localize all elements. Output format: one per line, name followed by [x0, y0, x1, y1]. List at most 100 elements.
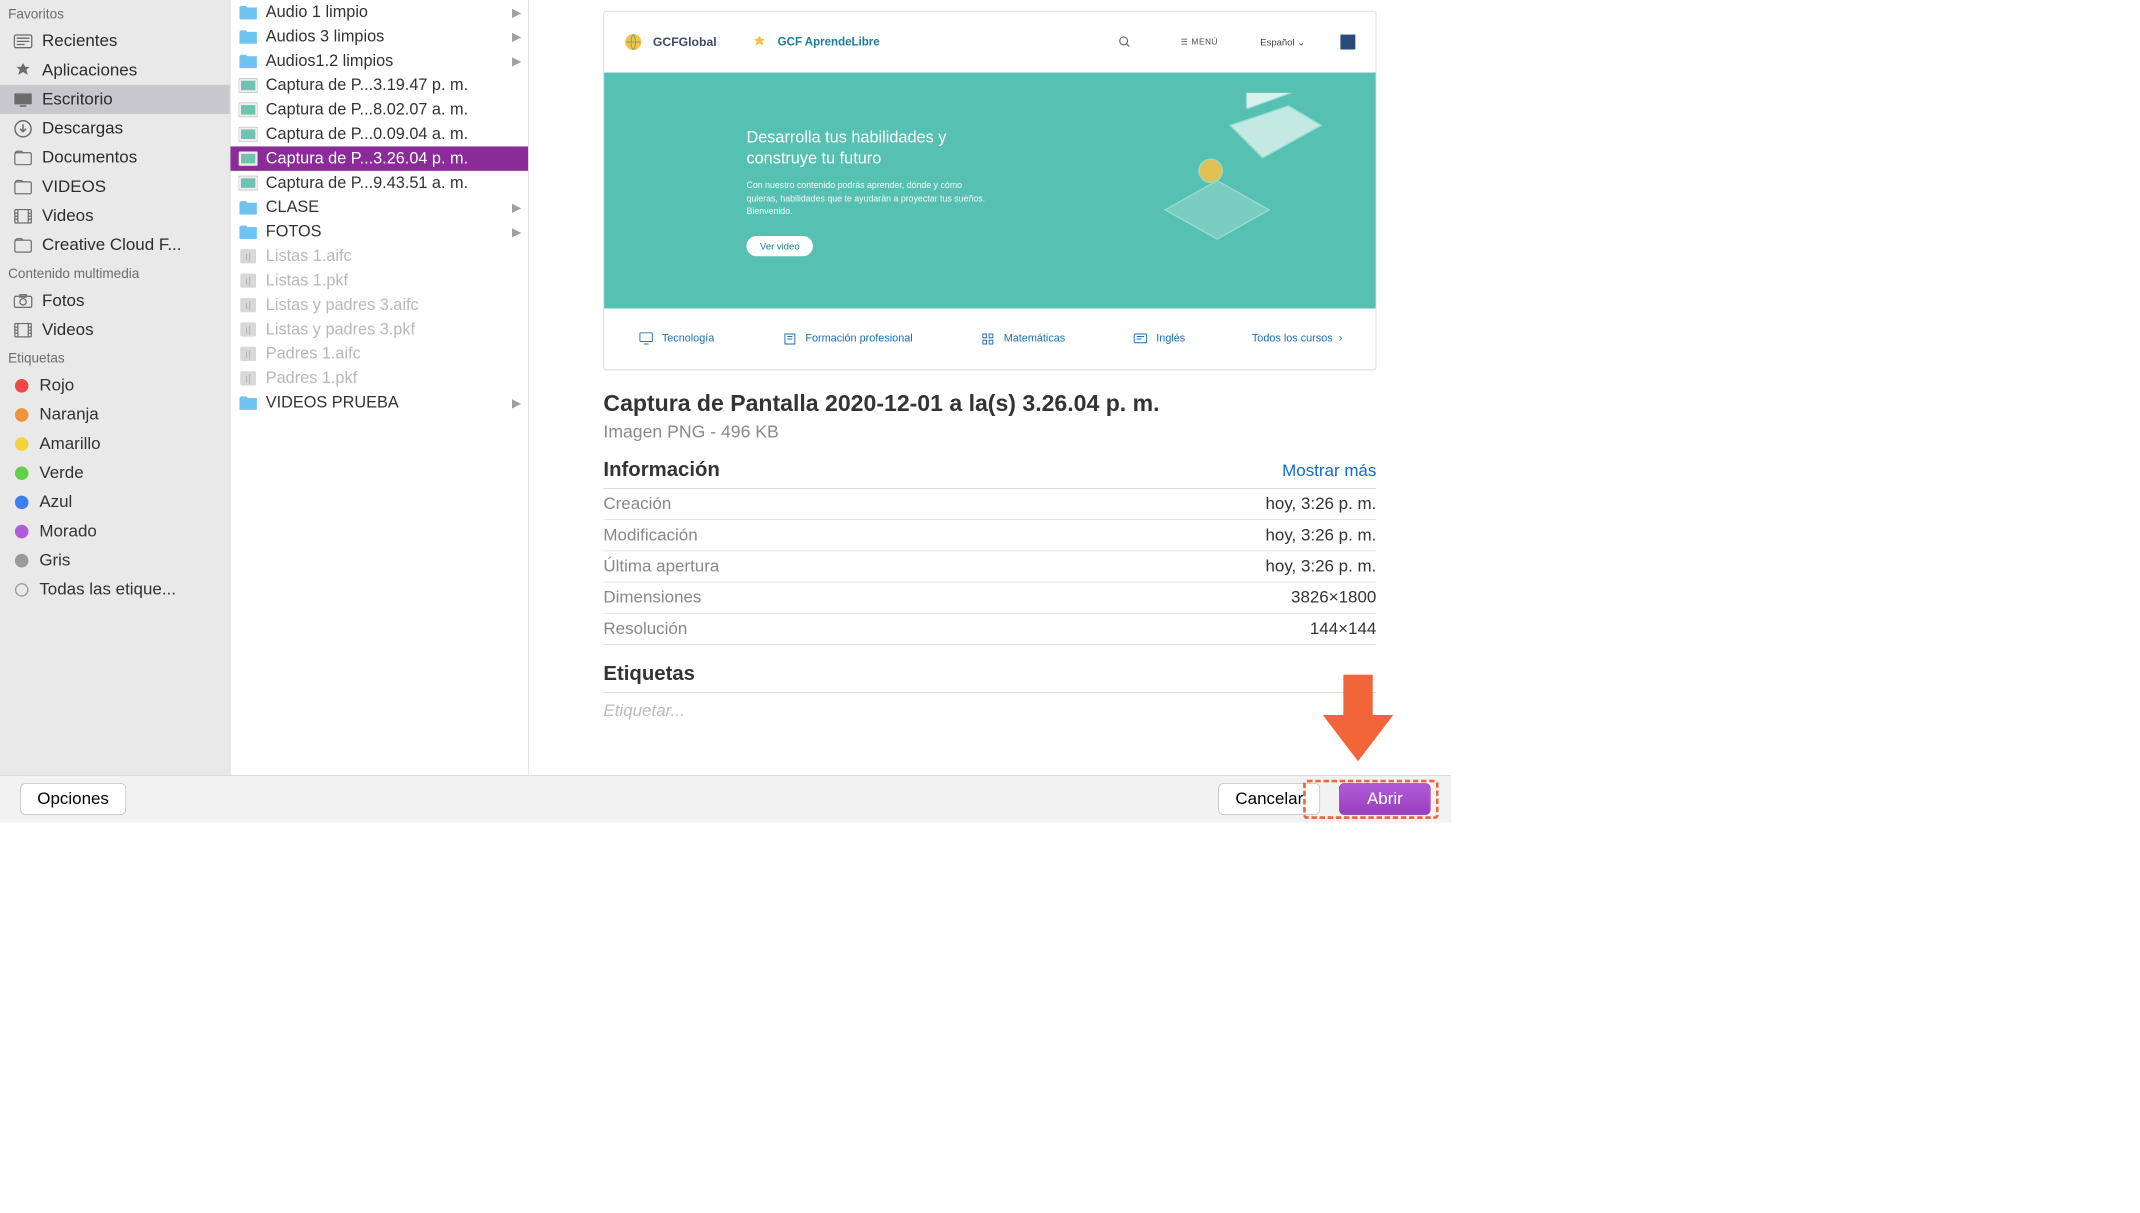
tags-heading: Etiquetas: [0, 344, 230, 370]
preview-filename: Captura de Pantalla 2020-12-01 a la(s) 3…: [603, 391, 1376, 417]
file-row[interactable]: Padres 1.aifc: [231, 342, 529, 366]
file-name: Listas 1.aifc: [266, 247, 522, 266]
category-link: Inglés: [1132, 332, 1185, 347]
show-more-link[interactable]: Mostrar más: [1282, 461, 1376, 481]
file-name: Audios 3 limpios: [266, 27, 512, 46]
info-row: Resolución144×144: [603, 614, 1376, 645]
file-row[interactable]: Captura de P...3.26.04 p. m.: [231, 146, 529, 170]
file-row[interactable]: Captura de P...8.02.07 a. m.: [231, 98, 529, 122]
sidebar-item-desktop[interactable]: Escritorio: [0, 85, 230, 114]
search-icon: [1118, 35, 1132, 49]
folder-icon: [239, 53, 259, 69]
file-row[interactable]: VIDEOS PRUEBA▶: [231, 391, 529, 415]
chevron-right-icon: ▶: [512, 29, 521, 43]
sidebar-item-applications[interactable]: Aplicaciones: [0, 56, 230, 85]
preview-thumbnail: GCFGlobal GCF AprendeLibre ☰ MENÚ Españo…: [603, 11, 1376, 370]
media-heading: Contenido multimedia: [0, 260, 230, 286]
file-row[interactable]: Captura de P...0.09.04 a. m.: [231, 122, 529, 146]
sidebar-item-recents[interactable]: Recientes: [0, 26, 230, 55]
sidebar-all-tags[interactable]: Todas las etique...: [0, 575, 230, 604]
category-link: Matemáticas: [979, 332, 1065, 347]
movies-icon: [12, 320, 34, 339]
file-name: Captura de P...0.09.04 a. m.: [266, 125, 522, 144]
hero-banner: Desarrolla tus habilidades y construye t…: [604, 73, 1376, 309]
dialog-footer: Opciones Cancelar Abrir: [0, 775, 1451, 822]
file-name: Listas 1.pkf: [266, 271, 522, 290]
file-name: Captura de P...3.26.04 p. m.: [266, 149, 522, 168]
sidebar: Favoritos Recientes Aplicaciones Escrito…: [0, 0, 231, 775]
sidebar-item-photos[interactable]: Fotos: [0, 286, 230, 315]
category-icon: [637, 332, 655, 347]
file-list: Audio 1 limpio▶Audios 3 limpios▶Audios1.…: [231, 0, 529, 775]
file-name: CLASE: [266, 198, 512, 217]
sidebar-item-creative-cloud[interactable]: Creative Cloud F...: [0, 231, 230, 260]
info-row: Última aperturahoy, 3:26 p. m.: [603, 551, 1376, 582]
sidebar-label: Aplicaciones: [42, 60, 137, 80]
cancel-button[interactable]: Cancelar: [1218, 783, 1320, 815]
sidebar-tag-morado[interactable]: Morado: [0, 517, 230, 546]
file-name: Captura de P...8.02.07 a. m.: [266, 100, 522, 119]
file-name: Captura de P...9.43.51 a. m.: [266, 174, 522, 193]
png-icon: [239, 77, 259, 93]
file-name: FOTOS: [266, 222, 512, 241]
sidebar-tag-azul[interactable]: Azul: [0, 487, 230, 516]
sidebar-label: Recientes: [42, 31, 117, 51]
sidebar-item-videos-media[interactable]: Videos: [0, 315, 230, 344]
folder-icon: [239, 28, 259, 44]
file-row[interactable]: Listas y padres 3.pkf: [231, 317, 529, 341]
sidebar-item-videos-folder[interactable]: VIDEOS: [0, 172, 230, 201]
audio-icon: [239, 370, 259, 386]
categories-bar: TecnologíaFormación profesionalMatemátic…: [604, 308, 1376, 369]
sidebar-label: Videos: [42, 206, 94, 226]
sidebar-tag-verde[interactable]: Verde: [0, 458, 230, 487]
file-row[interactable]: CLASE▶: [231, 195, 529, 219]
preview-pane: GCFGlobal GCF AprendeLibre ☰ MENÚ Españo…: [529, 0, 1451, 775]
info-value: hoy, 3:26 p. m.: [1265, 557, 1376, 577]
chevron-right-icon: ▶: [512, 5, 521, 19]
file-name: Listas y padres 3.aifc: [266, 296, 522, 315]
sidebar-tag-amarillo[interactable]: Amarillo: [0, 429, 230, 458]
file-row[interactable]: Captura de P...9.43.51 a. m.: [231, 171, 529, 195]
sidebar-tag-rojo[interactable]: Rojo: [0, 371, 230, 400]
sidebar-label: Videos: [42, 320, 94, 340]
file-row[interactable]: Listas 1.pkf: [231, 268, 529, 292]
info-heading: Información: [603, 458, 719, 481]
info-value: 3826×1800: [1291, 588, 1376, 608]
file-name: Audio 1 limpio: [266, 3, 512, 22]
downloads-icon: [12, 119, 34, 138]
tag-dot-icon: [15, 495, 29, 509]
category-link: Formación profesional: [781, 332, 913, 347]
file-name: Audios1.2 limpios: [266, 52, 512, 71]
open-button[interactable]: Abrir: [1339, 783, 1430, 815]
sidebar-tag-gris[interactable]: Gris: [0, 546, 230, 575]
recents-icon: [12, 32, 34, 51]
file-row[interactable]: Listas 1.aifc: [231, 244, 529, 268]
sidebar-item-videos-movies[interactable]: Videos: [0, 201, 230, 230]
tags-heading-preview: Etiquetas: [603, 662, 1376, 693]
sidebar-item-downloads[interactable]: Descargas: [0, 114, 230, 143]
audio-icon: [239, 248, 259, 264]
audio-icon: [239, 321, 259, 337]
file-row[interactable]: Padres 1.pkf: [231, 366, 529, 390]
favorites-heading: Favoritos: [0, 0, 230, 26]
folder-icon: [12, 236, 34, 255]
tags-input[interactable]: Etiquetar...: [603, 701, 1376, 721]
png-icon: [239, 126, 259, 142]
chevron-right-icon: ▶: [512, 225, 521, 239]
sidebar-label: Creative Cloud F...: [42, 235, 181, 255]
tag-dot-icon: [15, 554, 29, 568]
info-key: Modificación: [603, 525, 697, 545]
file-row[interactable]: Audios 3 limpios▶: [231, 24, 529, 48]
file-row[interactable]: Audio 1 limpio▶: [231, 0, 529, 24]
info-value: hoy, 3:26 p. m.: [1265, 525, 1376, 545]
sidebar-label: VIDEOS: [42, 177, 106, 197]
file-row[interactable]: Listas y padres 3.aifc: [231, 293, 529, 317]
sidebar-item-documents[interactable]: Documentos: [0, 143, 230, 172]
file-row[interactable]: Captura de P...3.19.47 p. m.: [231, 73, 529, 97]
file-row[interactable]: FOTOS▶: [231, 220, 529, 244]
chevron-right-icon: ▶: [512, 200, 521, 214]
sidebar-tag-naranja[interactable]: Naranja: [0, 400, 230, 429]
file-row[interactable]: Audios1.2 limpios▶: [231, 49, 529, 73]
options-button[interactable]: Opciones: [20, 783, 126, 815]
applications-icon: [12, 61, 34, 80]
